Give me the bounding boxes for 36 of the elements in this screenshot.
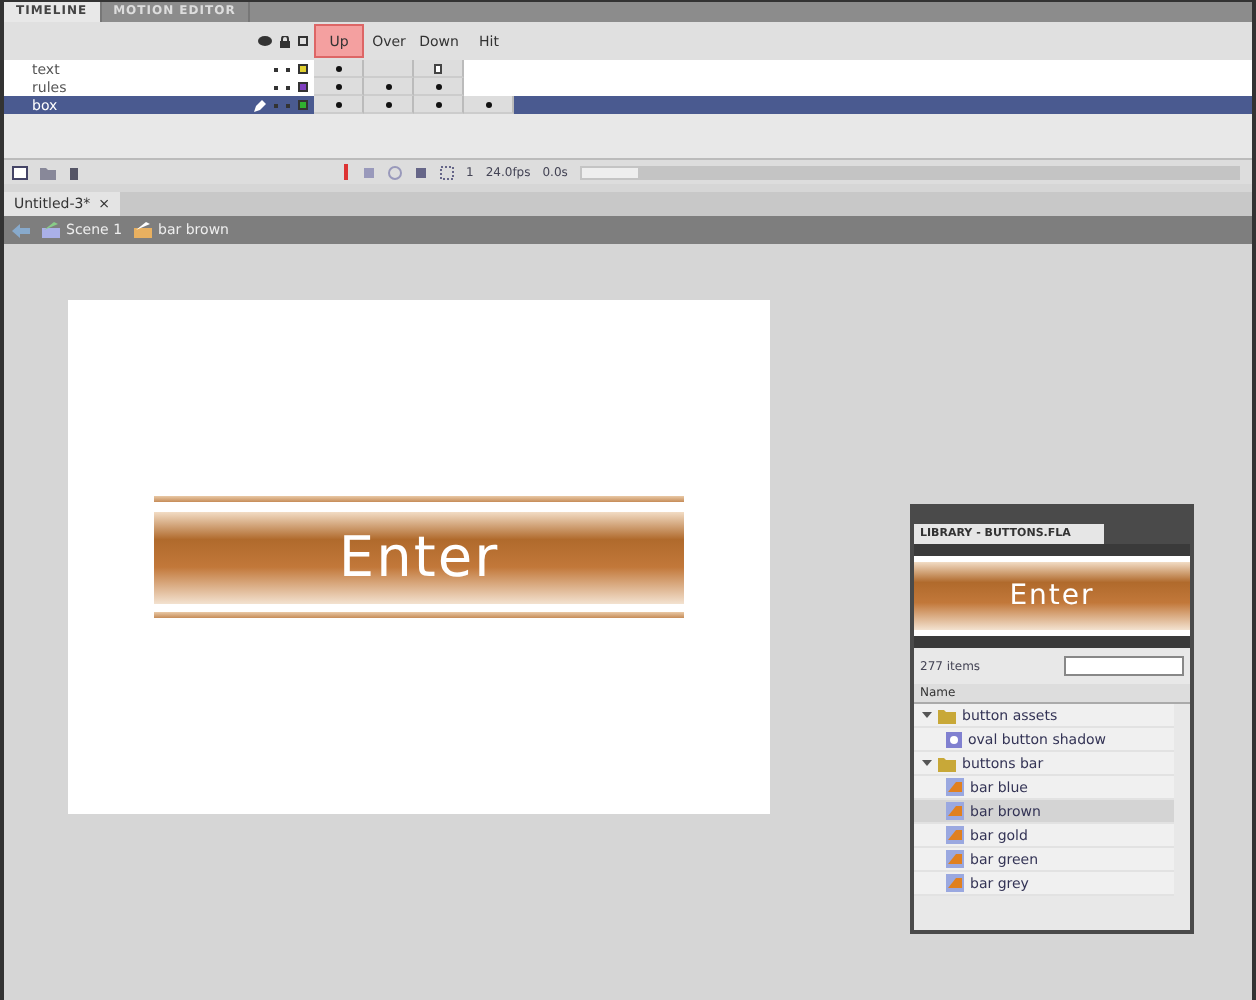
symbol-preview: Enter	[914, 562, 1190, 630]
graphic-symbol-icon	[946, 731, 962, 747]
span-end-cell[interactable]	[414, 60, 464, 78]
lock-icon[interactable]	[280, 35, 290, 47]
scrollbar-drawing[interactable]	[579, 165, 1240, 179]
scene-icon	[42, 222, 60, 238]
expand-arrow-icon[interactable]	[922, 758, 932, 768]
keyframe-cell[interactable]	[314, 78, 364, 96]
layer-color-swatch[interactable]	[298, 100, 308, 110]
keyframe-cell[interactable]	[364, 96, 414, 114]
expand-arrow-icon[interactable]	[922, 710, 932, 720]
button-symbol-icon	[946, 850, 964, 868]
trash-icon[interactable]	[68, 165, 80, 179]
frame-cell[interactable]	[364, 60, 414, 78]
keyframe-cell[interactable]	[314, 96, 364, 114]
markers-icon[interactable]	[440, 165, 454, 179]
keyframe-cell[interactable]	[414, 78, 464, 96]
playhead-icon	[344, 164, 350, 180]
button-symbol-icon	[946, 874, 964, 892]
keyframe-cell[interactable]	[464, 96, 514, 114]
outline-icon[interactable]	[298, 36, 308, 46]
bar-button[interactable]: Enter	[154, 511, 684, 603]
keyframe-cell[interactable]	[314, 60, 364, 78]
layer-color-swatch[interactable]	[298, 82, 308, 92]
search-field[interactable]	[1064, 656, 1184, 676]
keyframe-cell[interactable]	[364, 78, 414, 96]
keyframe-cell[interactable]	[414, 96, 464, 114]
new-layer-icon[interactable]	[12, 165, 28, 179]
eye-icon[interactable]	[258, 36, 272, 46]
button-symbol-icon	[946, 826, 964, 844]
new-folder-icon[interactable]	[40, 165, 56, 179]
button-symbol-icon	[134, 222, 153, 238]
layer-color-swatch[interactable]	[298, 64, 308, 74]
button-symbol-icon	[946, 802, 964, 820]
button-symbol-icon	[946, 778, 964, 796]
edit-frames-icon[interactable]	[414, 165, 428, 179]
